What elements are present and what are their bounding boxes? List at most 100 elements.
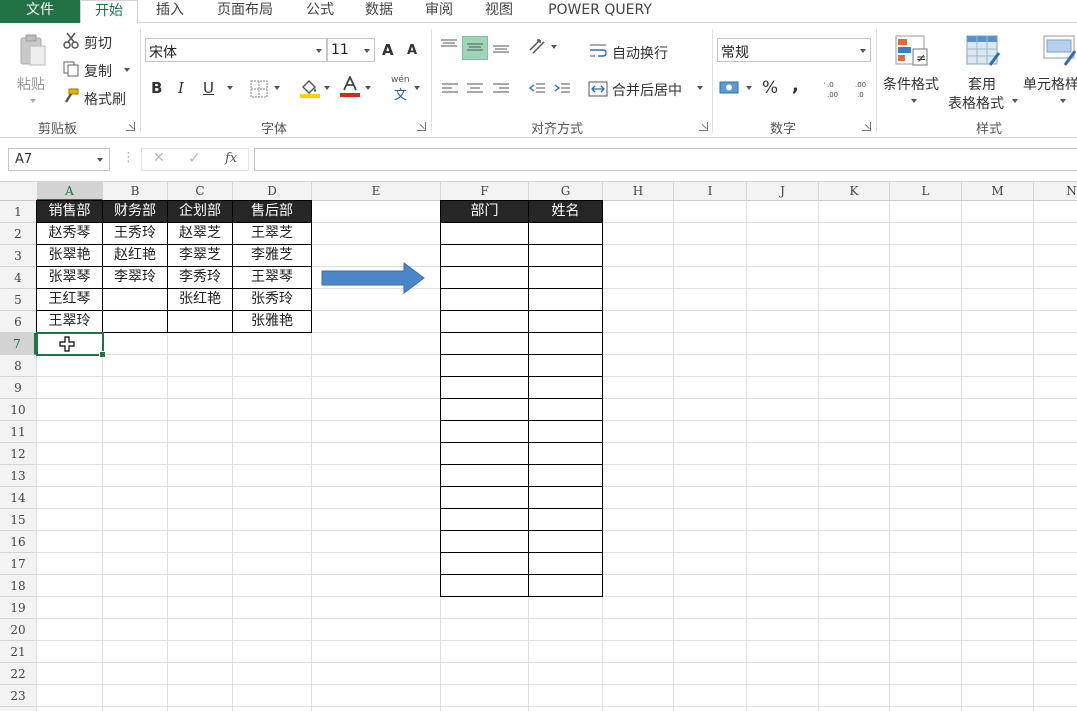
percent-button[interactable]: % [762, 78, 778, 98]
conditional-format-button[interactable]: 条件格式 [883, 74, 939, 94]
source-data-cell[interactable]: 李秀玲 [167, 266, 233, 289]
chevron-down-icon[interactable] [860, 49, 866, 53]
column-header-c[interactable]: C [168, 182, 233, 201]
source-data-cell[interactable]: 王翠琴 [232, 266, 312, 289]
font-color-dropdown-icon[interactable] [365, 86, 371, 90]
border-icon[interactable] [250, 80, 268, 98]
target-department-cell[interactable] [440, 530, 529, 553]
align-top-icon[interactable] [440, 37, 458, 55]
increase-indent-icon[interactable] [553, 80, 571, 98]
column-header-f[interactable]: F [441, 182, 529, 201]
column-header-i[interactable]: I [674, 182, 747, 201]
row-header-2[interactable]: 2 [0, 223, 36, 245]
target-name-cell[interactable] [528, 398, 603, 421]
source-header-cell[interactable]: 销售部 [36, 200, 103, 223]
target-department-cell[interactable] [440, 420, 529, 443]
row-header-1[interactable]: 1 [0, 201, 36, 223]
name-box[interactable]: A7 [8, 148, 110, 171]
fill-color-icon[interactable] [299, 78, 321, 98]
source-data-cell[interactable]: 王翠芝 [232, 222, 312, 245]
row-header-11[interactable]: 11 [0, 421, 36, 443]
source-data-cell[interactable]: 王红琴 [36, 288, 103, 311]
target-department-cell[interactable] [440, 376, 529, 399]
target-department-cell[interactable] [440, 442, 529, 465]
target-name-cell[interactable] [528, 530, 603, 553]
source-data-cell[interactable]: 赵翠芝 [167, 222, 233, 245]
alignment-launcher-icon[interactable] [699, 122, 708, 131]
source-data-cell[interactable] [102, 288, 168, 311]
currency-dropdown-icon[interactable] [746, 86, 752, 90]
target-department-cell[interactable] [440, 222, 529, 245]
target-name-cell[interactable] [528, 376, 603, 399]
tab-home[interactable]: 开始 [80, 0, 138, 24]
cut-button[interactable]: 剪切 [84, 33, 112, 53]
merge-center-button[interactable]: 合并后居中 [612, 80, 682, 100]
target-name-cell[interactable] [528, 420, 603, 443]
target-department-cell[interactable] [440, 508, 529, 531]
source-data-cell[interactable]: 张翠艳 [36, 244, 103, 267]
bold-button[interactable]: B [151, 79, 162, 97]
decrease-decimal-icon[interactable]: .00.0 [850, 79, 870, 99]
row-header-12[interactable]: 12 [0, 443, 36, 465]
target-name-cell[interactable] [528, 222, 603, 245]
target-name-cell[interactable] [528, 354, 603, 377]
font-launcher-icon[interactable] [417, 122, 426, 131]
font-color-icon[interactable] [339, 74, 361, 98]
copy-button[interactable]: 复制 [84, 61, 112, 81]
source-header-cell[interactable]: 售后部 [232, 200, 312, 223]
target-header-cell[interactable]: 部门 [440, 200, 529, 223]
paste-button[interactable]: 粘贴 [17, 74, 45, 94]
source-data-cell[interactable]: 张红艳 [167, 288, 233, 311]
row-header-4[interactable]: 4 [0, 267, 36, 289]
column-header-m[interactable]: M [962, 182, 1034, 201]
tab-data[interactable]: 数据 [356, 0, 402, 23]
target-department-cell[interactable] [440, 552, 529, 575]
source-header-cell[interactable]: 财务部 [102, 200, 168, 223]
clipboard-launcher-icon[interactable] [126, 122, 135, 131]
chevron-down-icon[interactable] [316, 49, 322, 53]
italic-button[interactable]: I [178, 79, 184, 97]
source-header-cell[interactable]: 企划部 [167, 200, 233, 223]
paste-dropdown-icon[interactable] [30, 99, 36, 103]
enter-icon[interactable]: ✓ [188, 149, 201, 167]
source-data-cell[interactable]: 李翠玲 [102, 266, 168, 289]
column-header-k[interactable]: K [819, 182, 890, 201]
target-name-cell[interactable] [528, 442, 603, 465]
underline-button[interactable]: U [203, 79, 214, 97]
align-right-icon[interactable] [492, 80, 510, 98]
grow-font-button[interactable]: A [382, 41, 394, 59]
shrink-font-button[interactable]: A [407, 43, 417, 58]
target-department-cell[interactable] [440, 486, 529, 509]
column-header-n[interactable]: N [1034, 182, 1077, 201]
format-as-table-dropdown-icon[interactable] [1012, 99, 1018, 103]
source-data-cell[interactable] [167, 310, 233, 333]
right-arrow-shape[interactable] [320, 262, 426, 294]
target-name-cell[interactable] [528, 508, 603, 531]
target-name-cell[interactable] [528, 288, 603, 311]
target-department-cell[interactable] [440, 244, 529, 267]
merge-dropdown-icon[interactable] [697, 86, 703, 90]
tab-power-query[interactable]: POWER QUERY [538, 0, 662, 23]
row-header-15[interactable]: 15 [0, 509, 36, 531]
currency-icon[interactable] [719, 79, 741, 97]
target-department-cell[interactable] [440, 574, 529, 597]
row-header-3[interactable]: 3 [0, 245, 36, 267]
target-name-cell[interactable] [528, 552, 603, 575]
source-data-cell[interactable]: 李翠芝 [167, 244, 233, 267]
source-data-cell[interactable]: 王秀玲 [102, 222, 168, 245]
target-department-cell[interactable] [440, 398, 529, 421]
cell-styles-button[interactable]: 单元格样 [1023, 74, 1077, 94]
align-center-icon[interactable] [466, 80, 484, 98]
column-header-d[interactable]: D [233, 182, 312, 201]
tab-page-layout[interactable]: 页面布局 [206, 0, 284, 23]
row-header-24[interactable]: 24 [0, 707, 36, 711]
formula-input[interactable] [254, 148, 1077, 171]
source-data-cell[interactable]: 赵红艳 [102, 244, 168, 267]
target-name-cell[interactable] [528, 464, 603, 487]
source-data-cell[interactable]: 张雅艳 [232, 310, 312, 333]
target-name-cell[interactable] [528, 310, 603, 333]
tab-formulas[interactable]: 公式 [297, 0, 343, 23]
number-format-combo[interactable]: 常规 [717, 38, 871, 62]
format-painter-button[interactable]: 格式刷 [84, 89, 126, 109]
insert-function-button[interactable]: fx [225, 151, 237, 166]
